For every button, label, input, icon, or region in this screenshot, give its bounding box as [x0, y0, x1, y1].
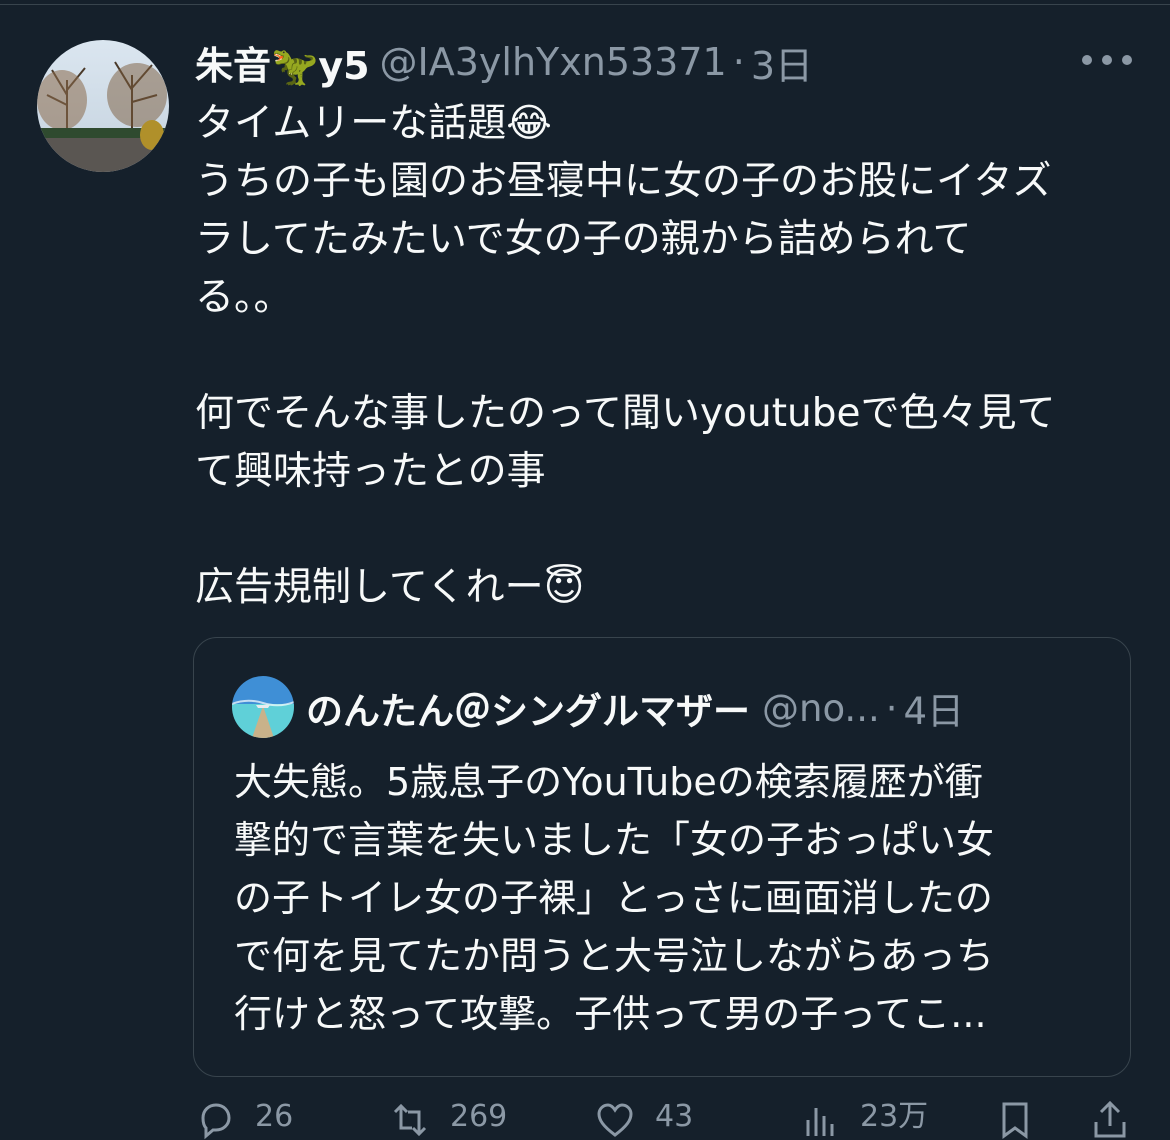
tweet-line: ラしてたみたいで女の子の親から詰められて [195, 217, 972, 262]
quoted-line: 行けと怒って攻撃。子供って男の子ってこ... [234, 992, 987, 1036]
top-divider [0, 4, 1170, 5]
views-icon [806, 1108, 834, 1136]
quoted-tweet-card[interactable]: のんたん＠シングルマザー @no... · 4日 大失態。5歳息子のYouTub… [193, 637, 1131, 1077]
quoted-line: 撃的で言葉を失いました「女の子おっぱい女 [234, 818, 995, 862]
tweet-line: て興味持ったとの事 [195, 449, 546, 494]
reply-button[interactable]: 26 [195, 1100, 293, 1140]
tweet-line: 何でそんな事したのって聞いyoutubeで色々見て [195, 391, 1056, 436]
tweet-line: る。。 [195, 275, 293, 320]
views-button[interactable]: 23万 [800, 1100, 928, 1140]
retweet-count: 269 [450, 1099, 508, 1134]
header-separator: · [732, 40, 745, 84]
more-icon[interactable] [1082, 48, 1132, 72]
quoted-line: 大失態。5歳息子のYouTubeの検索履歴が衝 [234, 760, 983, 804]
tweet-line: タイムリーな話題😂 [195, 101, 552, 146]
quoted-line: の子トイレ女の子裸」とっさに画面消したの [234, 876, 993, 920]
quoted-header: のんたん＠シングルマザー @no... · 4日 [306, 682, 964, 734]
quoted-time[interactable]: 4日 [904, 681, 965, 735]
quoted-separator: · [885, 686, 898, 730]
views-count: 23万 [860, 1099, 929, 1134]
bookmark-button[interactable] [995, 1100, 1035, 1140]
quoted-avatar[interactable] [232, 676, 294, 738]
avatar[interactable] [37, 40, 169, 172]
retweet-button[interactable]: 269 [390, 1100, 507, 1140]
tweet-line: 広告規制してくれー😇 [195, 565, 585, 610]
like-count: 43 [655, 1099, 694, 1134]
share-button[interactable] [1090, 1100, 1130, 1140]
heart-icon [597, 1103, 633, 1137]
reply-count: 26 [255, 1099, 294, 1134]
quoted-text: 大失態。5歳息子のYouTubeの検索履歴が衝 撃的で言葉を失いました「女の子お… [234, 753, 1114, 1043]
share-icon [1094, 1100, 1126, 1138]
like-button[interactable]: 43 [595, 1100, 693, 1140]
tweet-header: 朱音🦖y5 @IA3ylhYxn53371 · 3日 [195, 36, 813, 88]
reply-icon [201, 1103, 231, 1140]
tweet-line: うちの子も園のお昼寝中に女の子のお股にイタズ [195, 159, 1052, 204]
retweet-icon [393, 1103, 427, 1137]
quoted-line: で何を見てたか問うと大号泣しながらあっち [234, 934, 995, 978]
user-handle[interactable]: @IA3ylhYxn53371 [380, 40, 727, 84]
tweet-time[interactable]: 3日 [751, 35, 813, 90]
bookmark-icon [1002, 1102, 1028, 1139]
display-name[interactable]: 朱音🦖y5 [195, 35, 370, 90]
tweet-text: タイムリーな話題😂 うちの子も園のお昼寝中に女の子のお股にイタズ ラしてたみたい… [195, 95, 1135, 617]
action-bar: 26 269 43 23万 [195, 1100, 1135, 1140]
quoted-handle[interactable]: @no... [762, 687, 880, 730]
quoted-display-name[interactable]: のんたん＠シングルマザー [306, 681, 750, 735]
